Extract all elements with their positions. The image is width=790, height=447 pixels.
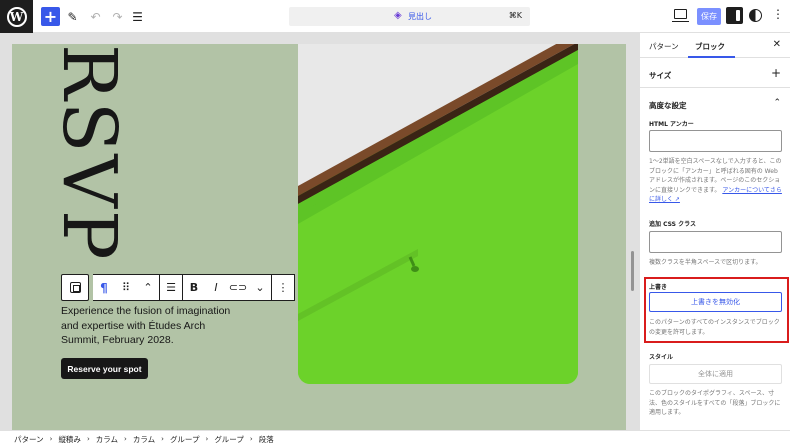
link-icon[interactable]: ⊂⊃ [227,275,249,300]
editor-top-bar: W + ✎ ↶ ↷ ☰ ◈ 見出し ⌘K 保存 ⋮ [0,0,790,33]
editor-canvas-area: RSVP ¶ ⠿ ⌃ ☰ B I ⊂⊃ ⌄ ⋮ Experience the f… [0,33,639,430]
style-help: このブロックのタイポグラフィ、スペース、寸法、色のスタイルをすべての「段落」ブロ… [649,390,781,416]
breadcrumb-item[interactable]: カラム [133,434,155,445]
align-left-icon[interactable]: ☰ [160,275,182,300]
paragraph-icon[interactable]: ¶ [93,275,115,300]
breadcrumb-separator-icon: › [124,435,127,443]
css-class-label: 追加 CSS クラス [649,221,696,228]
block-toolbar: ¶ ⠿ ⌃ ☰ B I ⊂⊃ ⌄ ⋮ [61,274,295,301]
command-shortcut: ⌘K [508,11,522,20]
breadcrumb-separator-icon: › [161,435,164,443]
html-anchor-input[interactable] [649,130,782,152]
overrides-label: 上書き [649,284,668,291]
disable-overrides-button[interactable]: 上書きを無効化 [649,292,782,312]
block-breadcrumb: パターン › 縦積み › カラム › カラム › グループ › グループ › 段落 [0,430,790,447]
breadcrumb-item[interactable]: カラム [96,434,118,445]
snooker-table-image[interactable] [298,44,578,384]
synced-pattern-icon[interactable] [69,282,81,293]
block-type-icon: ◈ [394,10,402,21]
save-button[interactable]: 保存 [697,8,721,25]
tab-pattern[interactable]: パターン [649,41,679,52]
html-anchor-help: 1〜2単語を空白スペースなしで入力すると、このブロックに「アンカー」と呼ばれる固… [649,157,785,205]
size-panel-title: サイズ [649,71,672,80]
css-class-help: 複数クラスを半角スペースで区切ります。 [649,259,762,266]
canvas-resize-handle[interactable] [631,251,634,291]
block-type-group: ¶ ⠿ ⌃ [93,274,160,301]
css-class-input[interactable] [649,231,782,253]
html-anchor-label: HTML アンカー [649,121,694,128]
command-label: 見出し [408,12,432,21]
pattern-group [61,274,89,301]
more-formats-chevron-icon[interactable]: ⌄ [249,275,271,300]
block-options-icon[interactable]: ⋮ [272,275,294,300]
overrides-help: このパターンのすべてのインスタンスでブロックの変更を許可します。 [649,319,780,336]
rsvp-vertical-heading[interactable]: RSVP [62,44,132,274]
editor-canvas: RSVP ¶ ⠿ ⌃ ☰ B I ⊂⊃ ⌄ ⋮ Experience the f… [12,44,626,430]
advanced-panel-title: 高度な設定 [649,101,687,110]
breadcrumb-separator-icon: › [86,435,90,443]
redo-button[interactable]: ↷ [108,7,127,26]
bold-icon[interactable]: B [183,275,205,300]
breadcrumb-item[interactable]: グループ [214,434,244,445]
move-up-down-icon[interactable]: ⌃ [137,275,159,300]
breadcrumb-item[interactable]: 縦積み [58,434,81,445]
style-label: スタイル [649,354,674,361]
add-block-button[interactable]: + [41,7,60,26]
document-overview-button[interactable]: ☰ [128,7,147,26]
tab-block[interactable]: ブロック [695,41,725,52]
options-group: ⋮ [272,274,295,301]
more-options-icon[interactable]: ⋮ [772,7,784,21]
apply-globally-button[interactable]: 全体に適用 [649,364,782,384]
styles-contrast-icon[interactable] [749,9,762,22]
active-tab-indicator [688,56,735,58]
italic-icon[interactable]: I [205,275,227,300]
snooker-table-graphic [298,44,578,384]
drag-handle-icon[interactable]: ⠿ [115,275,137,300]
command-palette-button[interactable]: ◈ 見出し ⌘K [289,7,530,26]
settings-sidebar: パターン ブロック ✕ サイズ + 高度な設定 ⌃ HTML アンカー 1〜2単… [639,33,790,430]
event-paragraph[interactable]: Experience the fusion of imagination and… [61,304,236,348]
sidebar-tabs: パターン ブロック ✕ [640,33,790,58]
breadcrumb-separator-icon: › [249,435,253,443]
breadcrumb-separator-icon: › [205,435,209,443]
reserve-spot-button[interactable]: Reserve your spot [61,358,148,379]
wordpress-icon: W [6,6,27,27]
format-group: B I ⊂⊃ ⌄ [183,274,272,301]
undo-button[interactable]: ↶ [86,7,105,26]
chevron-up-icon[interactable]: ⌃ [773,98,781,108]
wordpress-logo-button[interactable]: W [0,0,33,33]
device-preview-icon[interactable] [672,9,689,22]
advanced-panel-header[interactable]: 高度な設定 ⌃ [640,89,790,118]
breadcrumb-separator-icon: › [49,435,53,443]
align-group: ☰ [160,274,183,301]
breadcrumb-item[interactable]: 段落 [259,434,274,445]
breadcrumb-item[interactable]: パターン [14,434,44,445]
close-icon[interactable]: ✕ [773,39,781,50]
tools-pen-icon[interactable]: ✎ [63,7,82,26]
rsvp-heading-text: RSVP [62,44,132,262]
breadcrumb-item[interactable]: グループ [170,434,200,445]
settings-sidebar-toggle[interactable] [726,7,743,24]
plus-icon[interactable]: + [771,66,781,80]
size-panel-header[interactable]: サイズ + [640,59,790,88]
